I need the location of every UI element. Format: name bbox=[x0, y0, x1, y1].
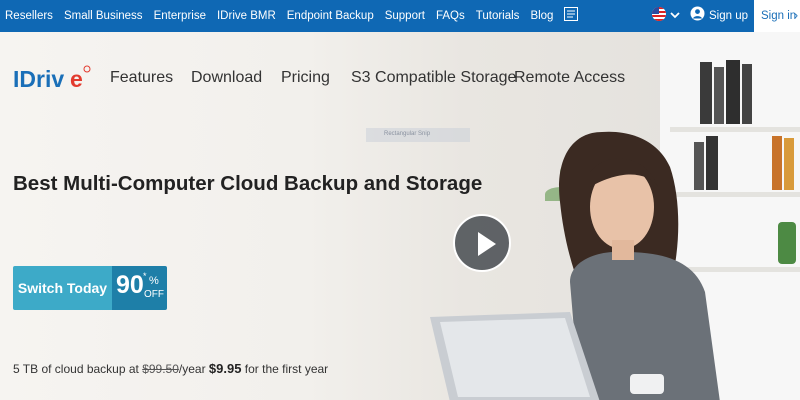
document-icon[interactable] bbox=[564, 6, 579, 26]
nav-download[interactable]: Download bbox=[191, 69, 262, 87]
offer-old-price: $99.50 bbox=[142, 362, 179, 376]
user-icon[interactable] bbox=[690, 6, 705, 26]
play-icon bbox=[478, 232, 496, 256]
chevron-down-icon[interactable] bbox=[670, 11, 680, 22]
offer-text: 5 TB of cloud backup at $99.50/year $9.9… bbox=[13, 361, 328, 376]
top-link-resellers[interactable]: Resellers bbox=[5, 10, 53, 22]
nav-features[interactable]: Features bbox=[110, 69, 173, 87]
top-link-enterprise[interactable]: Enterprise bbox=[154, 10, 206, 22]
idrive-logo[interactable]: IDriv e bbox=[13, 63, 93, 100]
top-link-idrive-bmr[interactable]: IDrive BMR bbox=[217, 10, 276, 22]
snip-tooltip-text: Rectangular Snip bbox=[384, 131, 431, 137]
hero-headline: Best Multi-Computer Cloud Backup and Sto… bbox=[13, 172, 483, 195]
logo-letter-e: e bbox=[70, 66, 83, 92]
discount-badge: 90 * % OFF bbox=[112, 266, 167, 310]
offer-prefix: 5 TB of cloud backup at bbox=[13, 362, 143, 376]
top-link-faqs[interactable]: FAQs bbox=[436, 10, 465, 22]
top-link-endpoint-backup[interactable]: Endpoint Backup bbox=[287, 10, 374, 22]
chevron-right-icon: › bbox=[794, 10, 798, 22]
top-right-group: Sign up Sign in › bbox=[651, 0, 800, 32]
top-link-tutorials[interactable]: Tutorials bbox=[476, 10, 520, 22]
nav-pricing[interactable]: Pricing bbox=[281, 69, 330, 87]
discount-off: OFF bbox=[144, 289, 164, 300]
top-nav: Resellers Small Business Enterprise IDri… bbox=[5, 0, 579, 32]
nav-s3-compatible-storage[interactable]: S3 Compatible Storage bbox=[351, 69, 516, 87]
top-link-blog[interactable]: Blog bbox=[530, 10, 553, 22]
logo-text: IDriv bbox=[13, 66, 64, 92]
main-nav: IDriv e Features Download Pricing S3 Com… bbox=[0, 32, 800, 124]
snip-tooltip: Rectangular Snip bbox=[366, 128, 470, 142]
cta-label: Switch Today bbox=[13, 266, 112, 310]
offer-suffix-1: /year bbox=[178, 362, 209, 376]
discount-asterisk: * bbox=[143, 271, 147, 281]
top-link-support[interactable]: Support bbox=[385, 10, 425, 22]
nav-remote-access[interactable]: Remote Access bbox=[514, 69, 625, 87]
sign-in-button[interactable]: Sign in › bbox=[754, 0, 800, 32]
top-link-small-business[interactable]: Small Business bbox=[64, 10, 143, 22]
offer-suffix-2: for the first year bbox=[241, 362, 329, 376]
us-flag-icon[interactable] bbox=[651, 6, 667, 27]
discount-percent: % bbox=[149, 275, 159, 287]
top-bar: Resellers Small Business Enterprise IDri… bbox=[0, 0, 800, 32]
hero-section: IDriv e Features Download Pricing S3 Com… bbox=[0, 32, 800, 400]
discount-number: 90 bbox=[116, 271, 144, 299]
offer-new-price: $9.95 bbox=[208, 361, 242, 376]
play-video-button[interactable] bbox=[453, 214, 511, 272]
switch-today-button[interactable]: Switch Today 90 * % OFF bbox=[13, 266, 167, 310]
sign-in-label: Sign in bbox=[761, 10, 797, 22]
sign-up-link[interactable]: Sign up bbox=[709, 10, 748, 22]
